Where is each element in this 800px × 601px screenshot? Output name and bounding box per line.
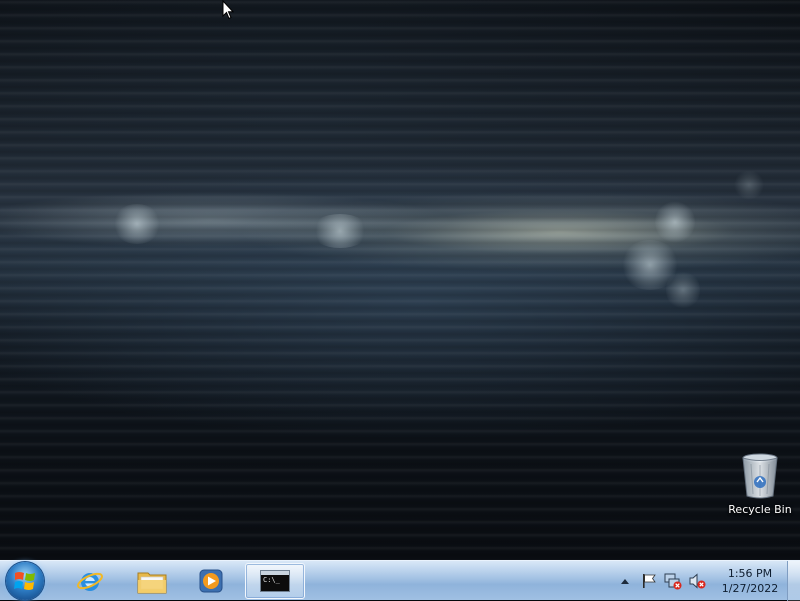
command-prompt-glyph: C:\_ — [263, 576, 280, 584]
wallpaper-glow — [310, 214, 370, 248]
folder-icon — [137, 572, 167, 594]
internet-explorer-icon — [77, 572, 103, 591]
recycle-bin-icon — [742, 453, 778, 499]
wallpaper-glow — [655, 200, 695, 244]
network-disconnected-icon — [664, 573, 682, 590]
desktop[interactable]: Recycle Bin — [0, 0, 800, 560]
recycle-bin-desktop-icon[interactable]: Recycle Bin — [724, 452, 796, 524]
chevron-up-icon — [621, 579, 629, 584]
taskbar-clock[interactable]: 1:56 PM 1/27/2022 — [716, 566, 784, 596]
start-button[interactable] — [6, 562, 44, 600]
taskbar-command-prompt-button[interactable]: C:\_ — [245, 563, 305, 599]
taskbar-windows-explorer-button[interactable] — [124, 563, 180, 599]
volume-button[interactable] — [688, 572, 706, 590]
action-center-flag-icon — [643, 574, 656, 588]
wallpaper-glow — [666, 270, 700, 310]
taskbar-media-player-button[interactable] — [183, 563, 239, 599]
taskbar-internet-explorer-button[interactable] — [62, 563, 118, 599]
show-hidden-icons-button[interactable] — [616, 572, 634, 590]
recycle-bin-label: Recycle Bin — [728, 503, 792, 516]
wallpaper-glow — [734, 170, 764, 200]
volume-muted-icon — [689, 573, 706, 589]
action-center-button[interactable] — [640, 572, 658, 590]
command-prompt-icon: C:\_ — [260, 570, 290, 592]
media-player-icon — [199, 569, 223, 593]
clock-date: 1/27/2022 — [721, 582, 779, 595]
show-desktop-button[interactable] — [787, 561, 800, 601]
mouse-cursor-icon — [222, 0, 234, 20]
notification-area — [616, 561, 716, 601]
network-button[interactable] — [664, 572, 682, 590]
wallpaper-glow — [112, 204, 162, 244]
taskbar: C:\_ 1:56 PM 1/27/2022 — [0, 560, 800, 601]
windows-logo-icon — [14, 572, 35, 590]
clock-time: 1:56 PM — [727, 567, 773, 580]
